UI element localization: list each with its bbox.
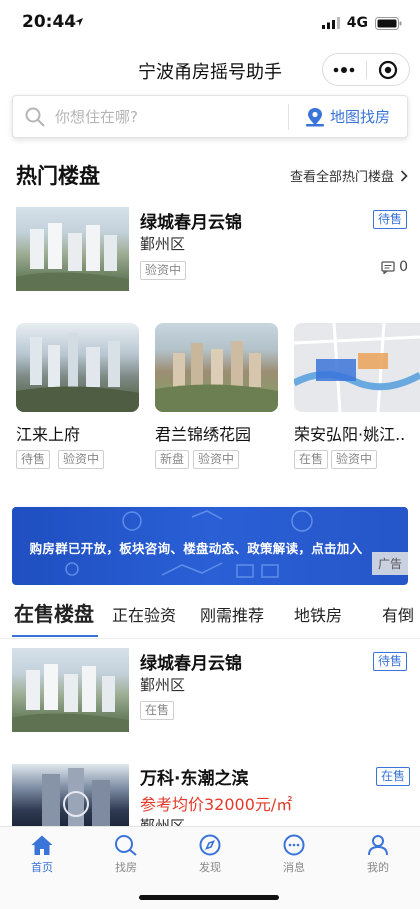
featured-thumbnail[interactable] — [16, 207, 129, 291]
card-tag-status-3: 在售 — [294, 450, 329, 469]
listing-district-2: 鄞州区 — [140, 817, 186, 826]
user-icon — [368, 835, 388, 856]
tabbar-profile[interactable]: 我的 — [336, 827, 420, 909]
see-all-label: 查看全部热门楼盘 — [289, 170, 394, 185]
building-render-image — [155, 341, 278, 412]
comment-count: 0 — [381, 259, 408, 275]
card-tag-audit-2: 验资中 — [193, 450, 240, 469]
building-render-image — [42, 768, 110, 826]
tabbar-find-label: 找房 — [115, 861, 137, 874]
hot-section-title: 热门楼盘 — [16, 164, 100, 188]
ad-label: 广告 — [371, 552, 408, 575]
card-thumbnail-1[interactable] — [16, 323, 139, 412]
home-icon — [31, 835, 53, 855]
card-tag-audit-1: 验资中 — [58, 450, 105, 469]
tab-more[interactable]: 有倒 — [382, 602, 414, 626]
tab-on-sale[interactable]: 在售楼盘 — [14, 598, 94, 627]
card-name-1[interactable]: 江来上府 — [16, 421, 80, 445]
tabbar-home-label: 首页 — [31, 861, 53, 874]
map-thumbnail-image — [294, 323, 420, 412]
comment-count-value: 0 — [399, 259, 408, 275]
building-render-image — [16, 223, 129, 291]
listing-name-2[interactable]: 万科·东潮之滨 — [140, 764, 248, 789]
listing-thumbnail-1[interactable] — [12, 648, 129, 732]
search-icon — [115, 835, 137, 856]
listing-tag-1: 在售 — [140, 701, 175, 720]
search-bar: 你想住在哪? 地图找房 — [12, 95, 408, 138]
location-arrow-icon — [75, 18, 83, 26]
home-indicator — [139, 895, 279, 900]
listing-thumbnail-2[interactable] — [12, 764, 129, 826]
card-name-3[interactable]: 荣安弘阳·姚江.. — [294, 421, 414, 445]
chat-icon — [283, 834, 305, 856]
target-icon — [378, 60, 397, 79]
featured-status-badge: 待售 — [373, 210, 408, 229]
featured-district: 鄞州区 — [140, 235, 186, 253]
close-program-button[interactable] — [367, 54, 410, 85]
more-button[interactable] — [323, 54, 366, 85]
featured-name[interactable]: 绿城春月云锦 — [140, 208, 242, 233]
tabbar-home[interactable]: 首页 — [0, 827, 84, 909]
battery-icon — [375, 16, 402, 30]
tabbar-discover-label: 发现 — [199, 861, 221, 874]
listing-name-1[interactable]: 绿城春月云锦 — [140, 649, 242, 674]
card-thumbnail-2[interactable] — [155, 323, 278, 412]
more-dots-icon — [333, 66, 355, 73]
banner-text: 购房群已开放，板块咨询、楼盘动态、政策解读，点击加入 — [29, 541, 363, 556]
map-search-button[interactable]: 地图找房 — [289, 106, 407, 127]
tabs-divider — [0, 638, 420, 639]
listing-price-2: 参考均价32000元/㎡ — [140, 795, 293, 814]
mini-program-capsule — [322, 53, 410, 86]
card-tag-audit-3: 验资中 — [331, 450, 378, 469]
listing-tabs: 在售楼盘 正在验资 刚需推荐 地铁房 有倒 — [0, 598, 420, 638]
listing-status-badge-2: 在售 — [376, 767, 411, 786]
status-bar: 20:44 4G — [0, 0, 420, 46]
see-all-hot-link[interactable]: 查看全部热门楼盘 — [290, 166, 408, 185]
card-name-2[interactable]: 君兰锦绣花园 — [155, 421, 251, 445]
map-pin-icon — [305, 107, 324, 126]
compass-icon — [199, 834, 221, 856]
chevron-right-icon — [400, 169, 408, 182]
search-icon — [25, 107, 45, 127]
listing-status-badge-1: 待售 — [373, 652, 408, 671]
tab-recommended[interactable]: 刚需推荐 — [200, 602, 264, 626]
comment-icon — [381, 260, 395, 274]
tab-metro[interactable]: 地铁房 — [294, 602, 342, 626]
tab-verifying[interactable]: 正在验资 — [112, 602, 176, 626]
status-time: 20:44 — [22, 12, 77, 32]
network-label: 4G — [346, 15, 368, 31]
tabbar-profile-label: 我的 — [367, 861, 389, 874]
featured-tag: 验资中 — [140, 261, 187, 280]
tabbar-messages-label: 消息 — [283, 861, 305, 874]
search-input[interactable]: 你想住在哪? — [13, 106, 288, 127]
building-render-image — [16, 333, 139, 412]
search-placeholder: 你想住在哪? — [55, 108, 138, 126]
map-search-label: 地图找房 — [329, 108, 390, 126]
card-tag-status-1: 待售 — [16, 450, 51, 469]
card-thumbnail-3[interactable] — [294, 323, 420, 412]
card-tag-status-2: 新盘 — [155, 450, 190, 469]
listing-district-1: 鄞州区 — [140, 676, 186, 694]
community-banner[interactable]: 购房群已开放，板块咨询、楼盘动态、政策解读，点击加入 广告 — [12, 507, 408, 585]
active-tab-underline — [12, 635, 98, 637]
building-render-image — [12, 664, 129, 732]
signal-icon — [321, 17, 340, 29]
nav-bar: 宁波甬房摇号助手 — [0, 46, 420, 92]
